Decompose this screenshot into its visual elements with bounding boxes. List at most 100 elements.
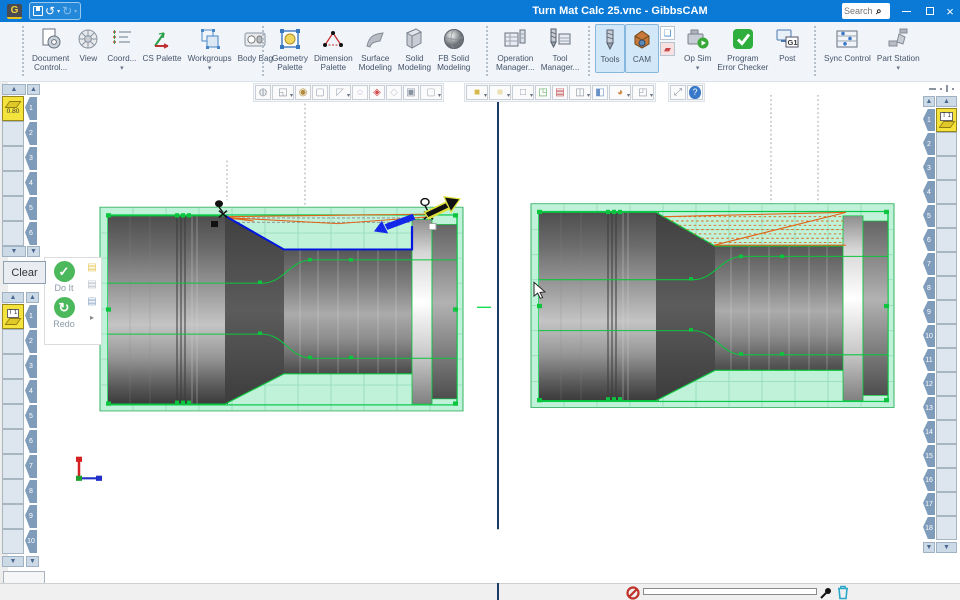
do-it-button[interactable]: ✓: [54, 261, 75, 282]
operation-slot[interactable]: 6: [923, 228, 957, 252]
load-process-icon[interactable]: ▤: [87, 296, 96, 307]
process-slot[interactable]: 4: [2, 379, 37, 404]
operation-slot[interactable]: 16: [923, 468, 957, 492]
toolbar-grip[interactable]: [486, 26, 491, 76]
split-view-icon[interactable]: ◫: [569, 85, 591, 100]
operation-slot[interactable]: 13: [923, 396, 957, 420]
slot-number-tab[interactable]: 8: [25, 480, 37, 503]
tool-slot[interactable]: 6: [2, 221, 37, 246]
stock-display-icon[interactable]: ◉: [295, 85, 311, 100]
operation-slot[interactable]: 17: [923, 492, 957, 516]
trash-icon[interactable]: [835, 584, 851, 600]
process-slot[interactable]: 6: [2, 429, 37, 454]
slot-number-tab[interactable]: 3: [923, 157, 935, 179]
ribbon-fb-solid-modeling[interactable]: FB Solid Modeling: [434, 24, 473, 81]
cube-light-icon[interactable]: ■: [489, 85, 511, 100]
slot-number-tab[interactable]: 9: [25, 505, 37, 528]
redo-icon[interactable]: ↻: [62, 3, 72, 19]
ribbon-post[interactable]: G1 Post: [771, 24, 803, 71]
toolbar-grip[interactable]: [262, 26, 267, 76]
slot-number-tab[interactable]: 4: [923, 181, 935, 203]
tool-list-scroll-up[interactable]: ▲: [2, 84, 26, 95]
paste-process-icon[interactable]: ▤: [87, 279, 96, 290]
maximize-button[interactable]: [920, 0, 940, 22]
ribbon-part-station[interactable]: Part Station: [874, 24, 923, 71]
slot-number-tab[interactable]: 11: [923, 349, 935, 371]
menu-item[interactable]: [139, 3, 155, 21]
left-viewport[interactable]: [100, 196, 463, 411]
cube-blue-icon[interactable]: ◧: [592, 85, 608, 100]
slot-number-tab[interactable]: 1: [923, 109, 935, 131]
tool-list-scroll-down[interactable]: ▼: [2, 246, 26, 257]
operation-slot[interactable]: 10: [923, 324, 957, 348]
tool-slot[interactable]: 3: [2, 146, 37, 171]
toolbar-grip[interactable]: [588, 26, 593, 76]
menu-item[interactable]: [187, 3, 203, 21]
ribbon-op-sim[interactable]: Op Sim: [681, 24, 714, 71]
cube-shaded-icon[interactable]: ■: [466, 85, 488, 100]
slot-number-tab[interactable]: 17: [923, 493, 935, 515]
slot-number-tab[interactable]: 8: [923, 277, 935, 299]
process-tab-scroll-down[interactable]: ▼: [26, 556, 39, 567]
process-slot[interactable]: 2: [2, 329, 37, 354]
pin-icon[interactable]: [819, 586, 833, 600]
ribbon-program-error-checker[interactable]: Program Error Checker: [714, 24, 771, 81]
operation-slot[interactable]: 11: [923, 348, 957, 372]
slot-number-tab[interactable]: 18: [923, 517, 935, 539]
redo-button[interactable]: ↻: [54, 297, 75, 318]
ribbon-tool-manager[interactable]: Tool Manager...: [538, 24, 583, 81]
slot-number-tab[interactable]: 2: [923, 133, 935, 155]
ribbon-cs-palette[interactable]: CS Palette: [139, 24, 184, 71]
process-slot[interactable]: T 1 1: [2, 304, 37, 329]
slot-number-tab[interactable]: 4: [25, 380, 37, 403]
slot-number-tab[interactable]: 3: [25, 147, 37, 170]
tool-slot[interactable]: 2: [2, 121, 37, 146]
slot-number-tab[interactable]: 7: [923, 253, 935, 275]
operation-slot[interactable]: 8: [923, 276, 957, 300]
ribbon-surface-modeling[interactable]: Surface Modeling: [356, 24, 395, 81]
slot-number-tab[interactable]: 15: [923, 445, 935, 467]
operation-palette-handle[interactable]: [924, 84, 958, 93]
stop-icon[interactable]: [626, 586, 640, 600]
cube-outline-icon[interactable]: □: [512, 85, 534, 100]
tool-slot[interactable]: 0.80 1: [2, 96, 37, 121]
help-icon[interactable]: ?: [687, 85, 703, 100]
ribbon-geometry-palette[interactable]: Geometry Palette: [269, 24, 311, 81]
tool-slot[interactable]: 4: [2, 171, 37, 196]
tool-tab-scroll-down[interactable]: ▼: [27, 246, 40, 257]
operation-slot[interactable]: 18: [923, 516, 957, 540]
process-slot[interactable]: 7: [2, 454, 37, 479]
search-box[interactable]: ⌕: [842, 3, 890, 19]
ribbon-operation-manager[interactable]: Operation Manager...: [493, 24, 538, 81]
menu-item[interactable]: [91, 3, 107, 21]
slot-number-tab[interactable]: 12: [923, 373, 935, 395]
menu-item[interactable]: [219, 3, 235, 21]
layers-icon[interactable]: ▤: [552, 85, 568, 100]
machining-dialog-icon[interactable]: ❏: [660, 26, 675, 40]
cube-section-icon[interactable]: ◳: [535, 85, 551, 100]
slot-number-tab[interactable]: 4: [25, 172, 37, 195]
operation-slot[interactable]: 4: [923, 180, 957, 204]
menu-item[interactable]: [155, 3, 171, 21]
slot-number-tab[interactable]: 6: [25, 430, 37, 453]
shaded-view-icon[interactable]: ◍: [255, 85, 271, 100]
copy-process-icon[interactable]: ▤: [87, 262, 96, 273]
blank-view-icon[interactable]: ▢: [312, 85, 328, 100]
view-orient-icon[interactable]: ◱: [272, 85, 294, 100]
slot-number-tab[interactable]: 2: [25, 122, 37, 145]
solid-marker-icon[interactable]: ◈: [369, 85, 385, 100]
torus-icon[interactable]: ◌: [352, 85, 368, 100]
slot-number-tab[interactable]: 5: [25, 197, 37, 220]
toolbar-grip[interactable]: [22, 26, 27, 76]
slot-number-tab[interactable]: 14: [923, 421, 935, 443]
menu-item[interactable]: [235, 3, 251, 21]
ribbon-cam[interactable]: CAM: [625, 24, 659, 73]
slot-number-tab[interactable]: 1: [25, 97, 37, 120]
expand-rail-icon[interactable]: ▸: [90, 313, 94, 322]
operation-tab-scroll-down[interactable]: ▼: [923, 542, 935, 553]
process-list-scroll-up[interactable]: ▲: [2, 292, 24, 303]
ribbon-document-control[interactable]: Document Control...: [29, 24, 72, 81]
menu-item[interactable]: [107, 3, 123, 21]
ribbon-dimension-palette[interactable]: Dimension Palette: [311, 24, 356, 81]
undo-icon[interactable]: ↺: [45, 3, 55, 19]
